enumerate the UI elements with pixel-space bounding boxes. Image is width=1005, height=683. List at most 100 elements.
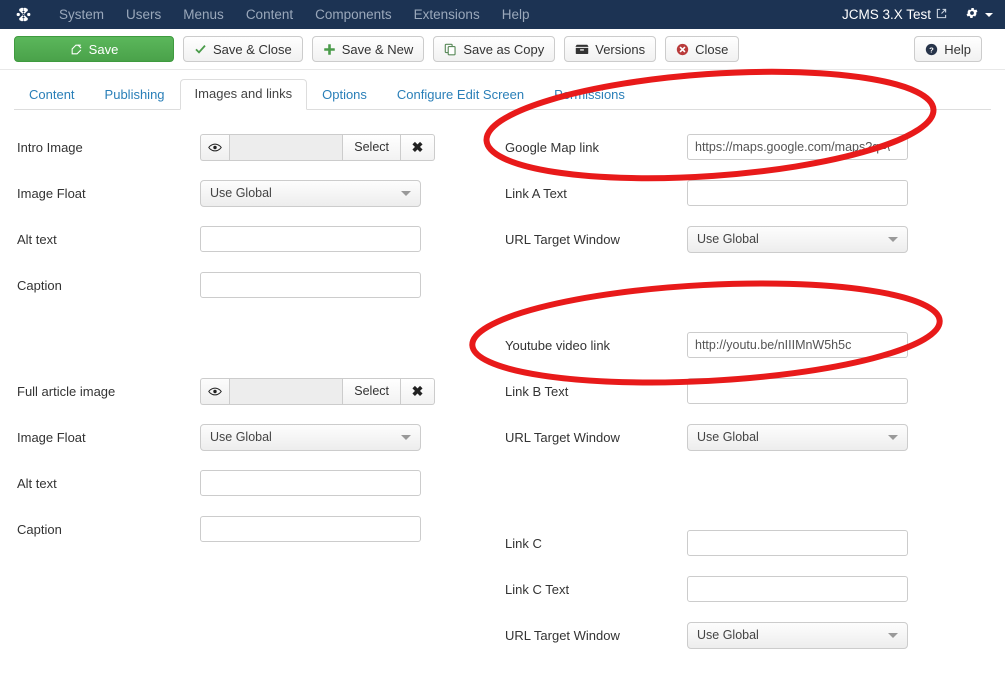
- field-intro-image: Intro Image Select ✖: [0, 124, 470, 170]
- nav-item-extensions[interactable]: Extensions: [403, 0, 491, 29]
- navbar-menu: System Users Menus Content Components Ex…: [48, 0, 540, 29]
- help-button-label: Help: [944, 41, 971, 57]
- field-label: Intro Image: [17, 139, 83, 155]
- nav-item-menus[interactable]: Menus: [172, 0, 235, 29]
- field-full-caption: Caption: [0, 506, 470, 552]
- full-alt-text-input[interactable]: [200, 470, 421, 496]
- selected-value: Use Global: [697, 628, 759, 642]
- field-label: Link B Text: [505, 383, 569, 399]
- field-full-alt-text: Alt text: [0, 460, 470, 506]
- intro-caption-input[interactable]: [200, 272, 421, 298]
- chevron-down-icon: [888, 236, 898, 242]
- versions-button[interactable]: Versions: [564, 36, 657, 62]
- field-link-a-text: Link A Text: [490, 170, 1005, 216]
- svg-text:?: ?: [929, 45, 934, 54]
- settings-menu-toggle[interactable]: [965, 6, 993, 23]
- full-image-media-group: Select ✖: [200, 377, 435, 405]
- link-b-text-input[interactable]: [687, 378, 908, 404]
- nav-item-label: Components: [315, 7, 392, 22]
- nav-item-label: Users: [126, 7, 162, 22]
- nav-item-label: Help: [501, 7, 530, 22]
- save-as-copy-button[interactable]: Save as Copy: [433, 36, 556, 62]
- tab-label: Permissions: [554, 87, 625, 102]
- link-c-input[interactable]: [687, 530, 908, 556]
- tab-images-and-links[interactable]: Images and links: [179, 79, 308, 110]
- tabs-container: Content Publishing Images and links Opti…: [0, 70, 1005, 110]
- check-icon: [194, 43, 207, 55]
- field-link-c-text: Link C Text: [490, 566, 1005, 612]
- select-label: Select: [354, 384, 389, 398]
- youtube-video-link-input[interactable]: [687, 332, 908, 358]
- nav-item-content[interactable]: Content: [235, 0, 304, 29]
- save-and-close-label: Save & Close: [213, 41, 292, 57]
- close-button-label: Close: [695, 41, 729, 57]
- field-label: Caption: [17, 521, 62, 537]
- full-image-float-select[interactable]: Use Global: [200, 423, 421, 451]
- tab-content[interactable]: Content: [14, 80, 90, 110]
- field-label: URL Target Window: [505, 429, 620, 445]
- tab-permissions[interactable]: Permissions: [539, 80, 640, 110]
- eye-icon[interactable]: [200, 377, 229, 405]
- save-button[interactable]: Save: [14, 36, 174, 62]
- site-name-link[interactable]: JCMS 3.X Test: [842, 7, 931, 22]
- tab-configure-edit-screen[interactable]: Configure Edit Screen: [382, 80, 539, 110]
- pencil-icon: [70, 43, 83, 56]
- plus-icon: [323, 43, 336, 56]
- archive-icon: [575, 43, 589, 55]
- help-icon: ?: [925, 43, 938, 56]
- save-and-new-button[interactable]: Save & New: [311, 36, 425, 62]
- nav-item-components[interactable]: Components: [304, 0, 403, 29]
- link-c-text-input[interactable]: [687, 576, 908, 602]
- tab-label: Images and links: [194, 86, 293, 101]
- full-image-clear-button[interactable]: ✖: [401, 377, 435, 405]
- field-full-image-float: Image Float Use Global: [0, 414, 470, 460]
- intro-image-path-input[interactable]: [229, 133, 343, 161]
- intro-image-clear-button[interactable]: ✖: [401, 133, 435, 161]
- nav-item-label: Menus: [183, 7, 224, 22]
- field-google-map-link: Google Map link: [490, 124, 1005, 170]
- full-image-select-button[interactable]: Select: [342, 377, 401, 405]
- field-label: Image Float: [17, 429, 86, 445]
- url-target-window-b-select[interactable]: Use Global: [687, 423, 908, 451]
- select-label: Select: [354, 140, 389, 154]
- tab-bar: Content Publishing Images and links Opti…: [14, 79, 991, 110]
- close-icon: [676, 43, 689, 56]
- versions-label: Versions: [595, 41, 646, 57]
- joomla-logo-icon[interactable]: [14, 6, 32, 24]
- nav-item-system[interactable]: System: [48, 0, 115, 29]
- help-button[interactable]: ? Help: [914, 36, 982, 62]
- url-target-window-a-select[interactable]: Use Global: [687, 225, 908, 253]
- top-navigation-bar: System Users Menus Content Components Ex…: [0, 0, 1005, 29]
- intro-image-float-select[interactable]: Use Global: [200, 179, 421, 207]
- images-column: Intro Image Select ✖ Image Float Use Glo…: [0, 124, 470, 552]
- external-link-icon[interactable]: [936, 8, 947, 22]
- column-spacer: [490, 460, 1005, 520]
- close-button[interactable]: Close: [665, 36, 740, 62]
- nav-item-help[interactable]: Help: [491, 0, 541, 29]
- field-label: Alt text: [17, 475, 57, 491]
- selected-value: Use Global: [210, 186, 272, 200]
- intro-image-select-button[interactable]: Select: [342, 133, 401, 161]
- link-a-text-input[interactable]: [687, 180, 908, 206]
- full-caption-input[interactable]: [200, 516, 421, 542]
- field-label: Youtube video link: [505, 337, 611, 353]
- tab-publishing[interactable]: Publishing: [90, 80, 180, 110]
- google-map-link-input[interactable]: [687, 134, 908, 160]
- tab-options[interactable]: Options: [307, 80, 382, 110]
- save-as-copy-label: Save as Copy: [463, 41, 545, 57]
- selected-value: Use Global: [697, 232, 759, 246]
- field-label: Image Float: [17, 185, 86, 201]
- field-label: URL Target Window: [505, 627, 620, 643]
- field-label: URL Target Window: [505, 231, 620, 247]
- close-icon: ✖: [411, 382, 424, 399]
- save-and-close-button[interactable]: Save & Close: [183, 36, 303, 62]
- url-target-window-c-select[interactable]: Use Global: [687, 621, 908, 649]
- intro-alt-text-input[interactable]: [200, 226, 421, 252]
- field-label: Full article image: [17, 383, 116, 399]
- save-and-new-label: Save & New: [341, 41, 414, 57]
- nav-item-label: Extensions: [413, 7, 480, 22]
- full-image-path-input[interactable]: [229, 377, 343, 405]
- nav-item-users[interactable]: Users: [115, 0, 172, 29]
- eye-icon[interactable]: [200, 133, 229, 161]
- column-spacer: [0, 308, 470, 368]
